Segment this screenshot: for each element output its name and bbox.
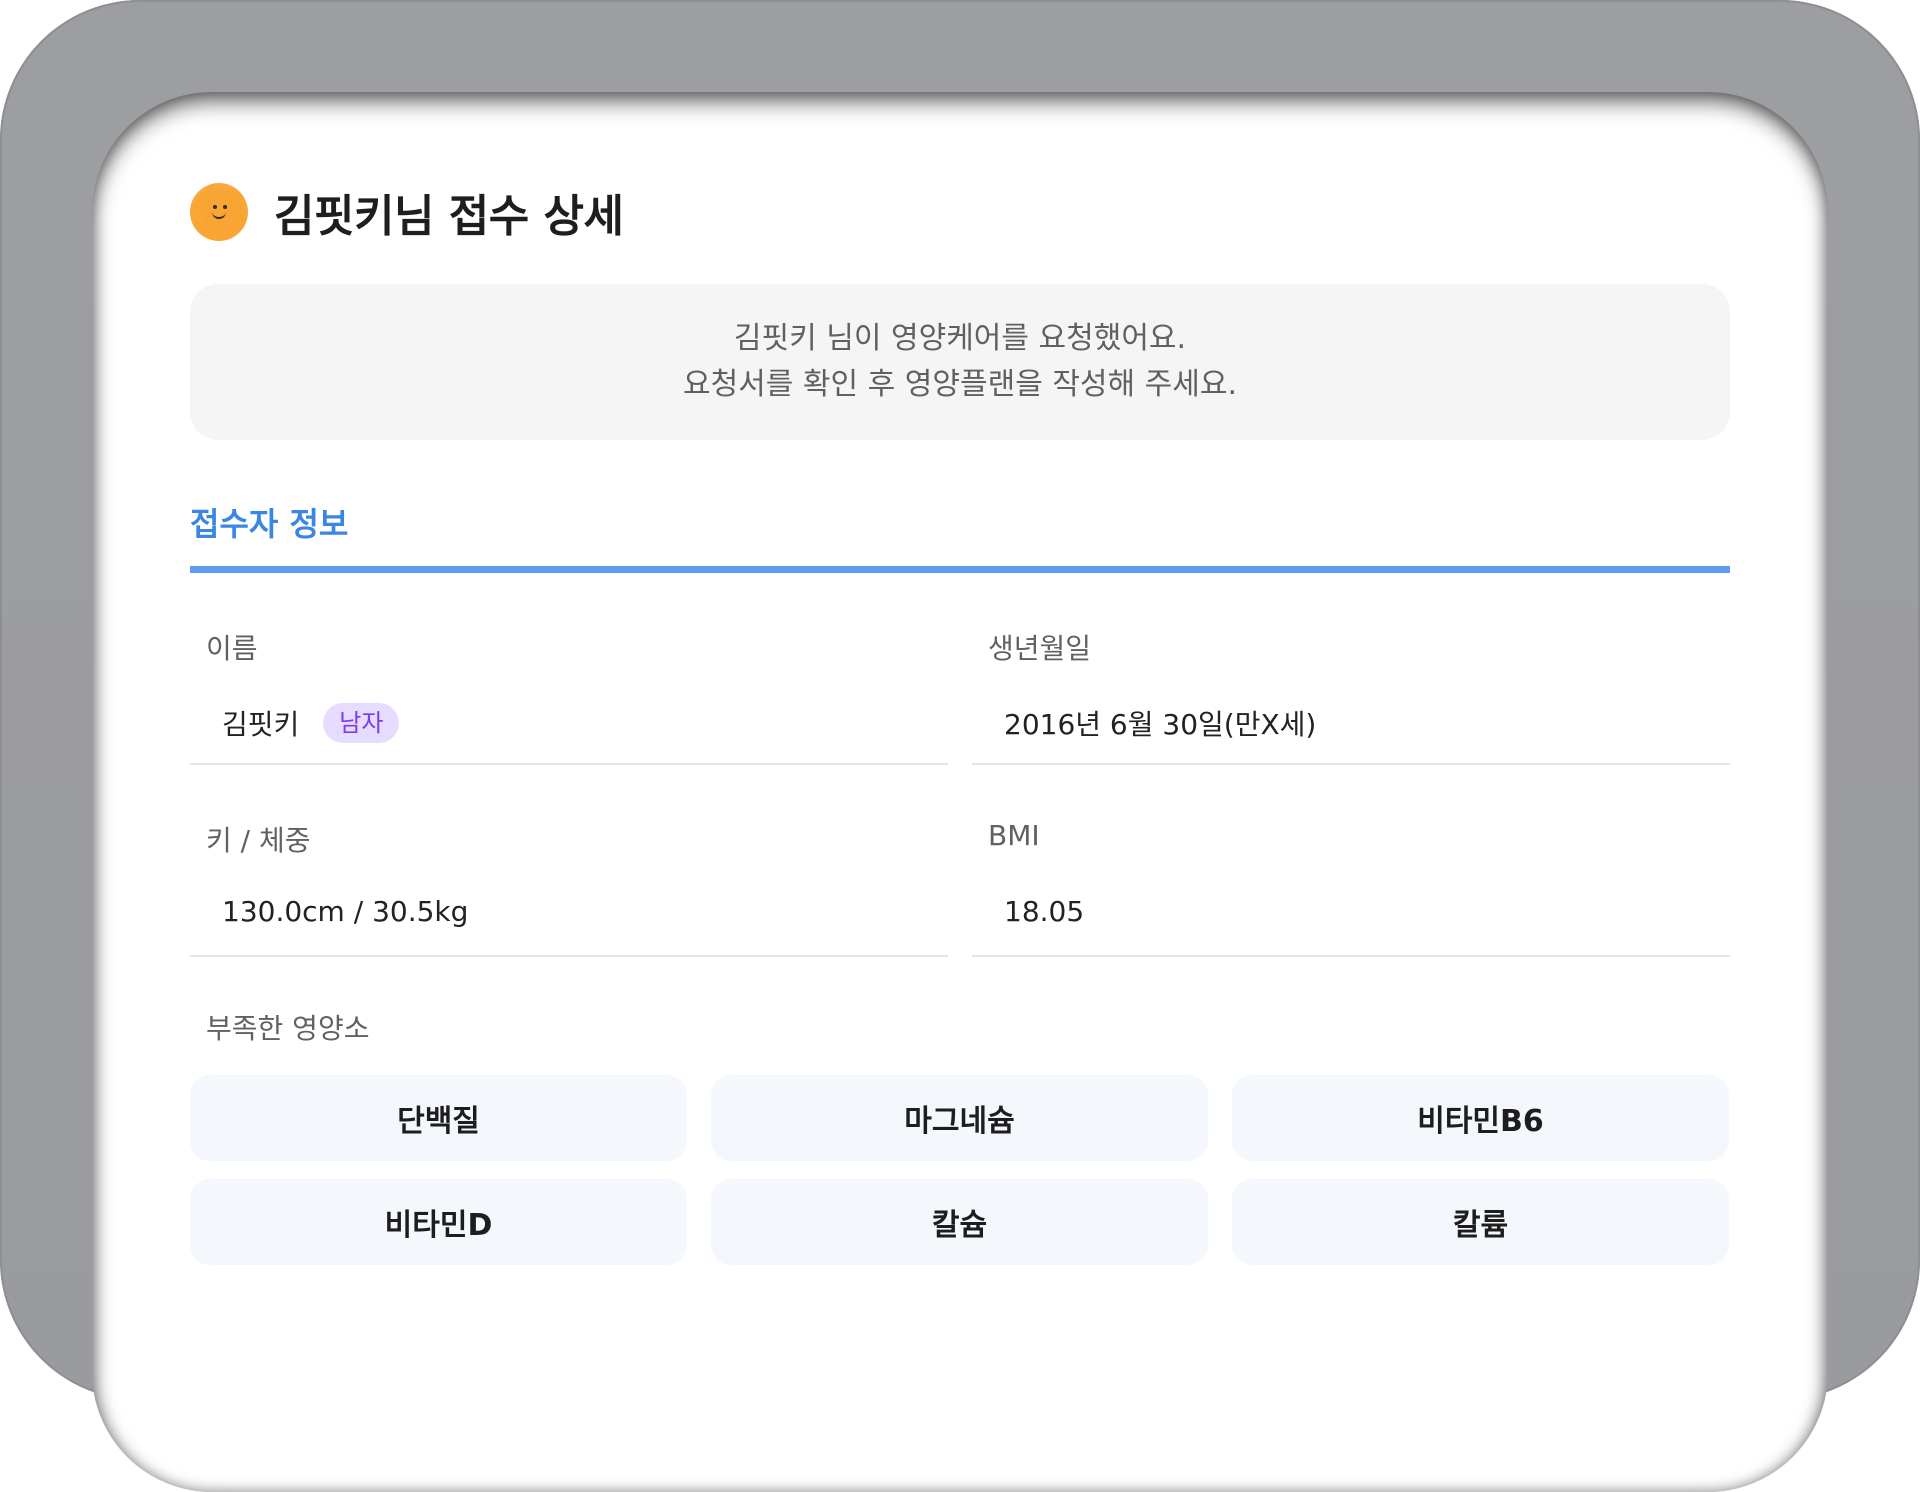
nutrient-chip: 마그네슘 bbox=[711, 1075, 1208, 1161]
bmi-field: BMI 18.05 bbox=[972, 765, 1730, 957]
header: 김핏키님 접수 상세 bbox=[190, 180, 1730, 244]
section-title: 접수자 정보 bbox=[190, 505, 349, 543]
nutrient-chip: 비타민D bbox=[190, 1179, 687, 1265]
name-value: 김핏키 bbox=[222, 708, 300, 741]
request-notice: 김핏키 님이 영양케어를 요청했어요. 요청서를 확인 후 영양플랜을 작성해 … bbox=[190, 284, 1730, 440]
nutrient-chip: 칼륨 bbox=[1232, 1179, 1729, 1265]
applicant-info-grid: 이름 김핏키 남자 생년월일 2016년 6월 30일(만X세) 키 / 체중 … bbox=[190, 573, 1730, 957]
notice-line-1: 김핏키 님이 영양케어를 요청했어요. bbox=[733, 321, 1187, 356]
bmi-label: BMI bbox=[988, 819, 1040, 852]
receipt-detail: 김핏키님 접수 상세 김핏키 님이 영양케어를 요청했어요. 요청서를 확인 후… bbox=[190, 180, 1730, 1265]
height-weight-value: 130.0cm / 30.5kg bbox=[222, 895, 469, 928]
app-screen: 김핏키님 접수 상세 김핏키 님이 영양케어를 요청했어요. 요청서를 확인 후… bbox=[92, 92, 1828, 1492]
bmi-value: 18.05 bbox=[1004, 895, 1085, 928]
nutrient-chip: 비타민B6 bbox=[1232, 1075, 1729, 1161]
avatar-icon bbox=[190, 183, 248, 241]
height-weight-label: 키 / 체중 bbox=[206, 824, 311, 857]
name-label: 이름 bbox=[206, 632, 258, 665]
birth-value: 2016년 6월 30일(만X세) bbox=[1004, 708, 1317, 741]
nutrient-chip: 단백질 bbox=[190, 1075, 687, 1161]
name-value-row: 김핏키 남자 bbox=[222, 703, 400, 743]
nutrient-chip: 칼슘 bbox=[711, 1179, 1208, 1265]
section-divider bbox=[190, 566, 1730, 573]
notice-line-2: 요청서를 확인 후 영양플랜을 작성해 주세요. bbox=[682, 367, 1238, 402]
avatar-eye-left bbox=[213, 205, 217, 209]
deficient-nutrients-label: 부족한 영양소 bbox=[206, 1012, 370, 1045]
birth-field: 생년월일 2016년 6월 30일(만X세) bbox=[972, 573, 1730, 765]
avatar-eye-right bbox=[223, 205, 227, 209]
height-weight-field: 키 / 체중 130.0cm / 30.5kg bbox=[190, 765, 948, 957]
name-field: 이름 김핏키 남자 bbox=[190, 573, 948, 765]
page-title: 김핏키님 접수 상세 bbox=[274, 191, 624, 242]
deficient-nutrients-list: 단백질 마그네슘 비타민B6 비타민D 칼슘 칼륨 bbox=[190, 1075, 1730, 1265]
birth-label: 생년월일 bbox=[988, 632, 1092, 665]
gender-badge: 남자 bbox=[323, 703, 400, 743]
